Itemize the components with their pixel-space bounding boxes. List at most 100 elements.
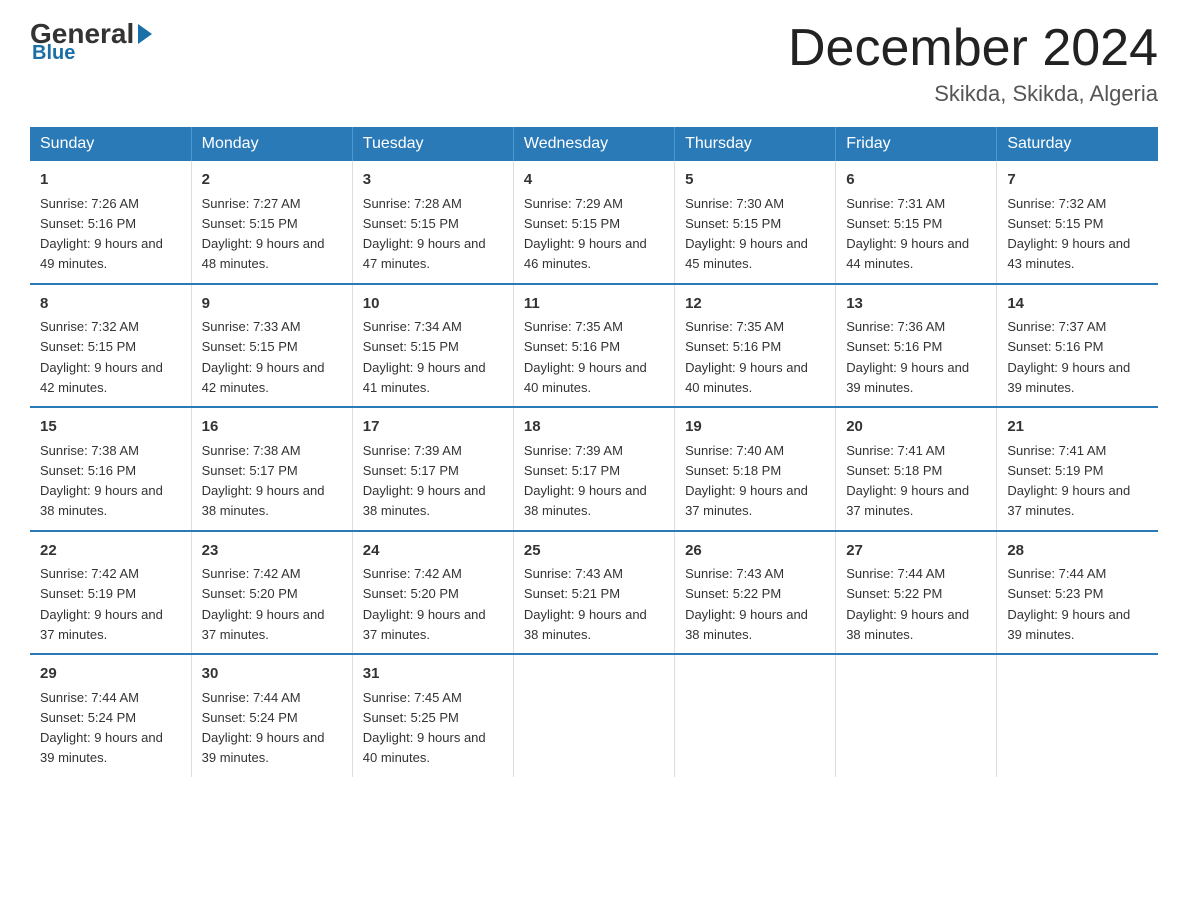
day-number: 17 [363, 416, 503, 439]
col-monday: Monday [191, 127, 352, 161]
calendar-week-row: 1 Sunrise: 7:26 AM Sunset: 5:16 PM Dayli… [30, 161, 1158, 284]
day-sunset: Sunset: 5:20 PM [202, 586, 298, 601]
day-sunrise: Sunrise: 7:33 AM [202, 319, 301, 334]
col-saturday: Saturday [997, 127, 1158, 161]
col-friday: Friday [836, 127, 997, 161]
day-sunset: Sunset: 5:18 PM [685, 463, 781, 478]
day-sunrise: Sunrise: 7:44 AM [846, 566, 945, 581]
day-sunrise: Sunrise: 7:45 AM [363, 690, 462, 705]
page-header: General Blue December 2024 Skikda, Skikd… [30, 20, 1158, 107]
day-daylight: Daylight: 9 hours and 38 minutes. [202, 483, 325, 518]
day-sunrise: Sunrise: 7:35 AM [685, 319, 784, 334]
day-number: 15 [40, 416, 181, 439]
day-sunset: Sunset: 5:15 PM [202, 339, 298, 354]
day-daylight: Daylight: 9 hours and 40 minutes. [524, 360, 647, 395]
day-sunset: Sunset: 5:17 PM [524, 463, 620, 478]
day-sunrise: Sunrise: 7:30 AM [685, 196, 784, 211]
day-number: 2 [202, 169, 342, 192]
table-row: 12 Sunrise: 7:35 AM Sunset: 5:16 PM Dayl… [675, 284, 836, 408]
day-number: 12 [685, 293, 825, 316]
day-sunrise: Sunrise: 7:39 AM [363, 443, 462, 458]
day-sunrise: Sunrise: 7:38 AM [202, 443, 301, 458]
day-sunrise: Sunrise: 7:37 AM [1007, 319, 1106, 334]
month-title: December 2024 [788, 20, 1158, 77]
table-row: 31 Sunrise: 7:45 AM Sunset: 5:25 PM Dayl… [352, 654, 513, 777]
day-sunset: Sunset: 5:15 PM [846, 216, 942, 231]
table-row: 18 Sunrise: 7:39 AM Sunset: 5:17 PM Dayl… [513, 407, 674, 531]
day-sunrise: Sunrise: 7:44 AM [1007, 566, 1106, 581]
day-sunrise: Sunrise: 7:32 AM [40, 319, 139, 334]
day-daylight: Daylight: 9 hours and 42 minutes. [40, 360, 163, 395]
day-daylight: Daylight: 9 hours and 38 minutes. [524, 483, 647, 518]
day-sunset: Sunset: 5:16 PM [1007, 339, 1103, 354]
day-number: 5 [685, 169, 825, 192]
day-sunset: Sunset: 5:21 PM [524, 586, 620, 601]
day-number: 27 [846, 540, 986, 563]
day-sunrise: Sunrise: 7:40 AM [685, 443, 784, 458]
day-number: 24 [363, 540, 503, 563]
table-row: 14 Sunrise: 7:37 AM Sunset: 5:16 PM Dayl… [997, 284, 1158, 408]
day-daylight: Daylight: 9 hours and 39 minutes. [846, 360, 969, 395]
day-sunset: Sunset: 5:19 PM [1007, 463, 1103, 478]
table-row: 24 Sunrise: 7:42 AM Sunset: 5:20 PM Dayl… [352, 531, 513, 655]
day-daylight: Daylight: 9 hours and 38 minutes. [524, 607, 647, 642]
day-sunrise: Sunrise: 7:42 AM [363, 566, 462, 581]
day-daylight: Daylight: 9 hours and 42 minutes. [202, 360, 325, 395]
day-daylight: Daylight: 9 hours and 39 minutes. [1007, 607, 1130, 642]
table-row [997, 654, 1158, 777]
day-number: 31 [363, 663, 503, 686]
day-sunrise: Sunrise: 7:41 AM [1007, 443, 1106, 458]
title-section: December 2024 Skikda, Skikda, Algeria [788, 20, 1158, 107]
day-sunrise: Sunrise: 7:42 AM [202, 566, 301, 581]
day-sunrise: Sunrise: 7:41 AM [846, 443, 945, 458]
calendar-table: Sunday Monday Tuesday Wednesday Thursday… [30, 127, 1158, 777]
calendar-week-row: 22 Sunrise: 7:42 AM Sunset: 5:19 PM Dayl… [30, 531, 1158, 655]
day-number: 23 [202, 540, 342, 563]
day-sunset: Sunset: 5:15 PM [363, 216, 459, 231]
day-number: 20 [846, 416, 986, 439]
day-sunrise: Sunrise: 7:29 AM [524, 196, 623, 211]
day-number: 8 [40, 293, 181, 316]
day-daylight: Daylight: 9 hours and 38 minutes. [685, 607, 808, 642]
day-sunset: Sunset: 5:25 PM [363, 710, 459, 725]
day-number: 10 [363, 293, 503, 316]
table-row: 26 Sunrise: 7:43 AM Sunset: 5:22 PM Dayl… [675, 531, 836, 655]
day-sunrise: Sunrise: 7:42 AM [40, 566, 139, 581]
table-row: 29 Sunrise: 7:44 AM Sunset: 5:24 PM Dayl… [30, 654, 191, 777]
day-number: 13 [846, 293, 986, 316]
day-number: 4 [524, 169, 664, 192]
day-sunrise: Sunrise: 7:35 AM [524, 319, 623, 334]
day-sunset: Sunset: 5:17 PM [363, 463, 459, 478]
table-row: 7 Sunrise: 7:32 AM Sunset: 5:15 PM Dayli… [997, 161, 1158, 284]
day-daylight: Daylight: 9 hours and 38 minutes. [363, 483, 486, 518]
day-sunrise: Sunrise: 7:43 AM [685, 566, 784, 581]
day-daylight: Daylight: 9 hours and 37 minutes. [202, 607, 325, 642]
calendar-week-row: 15 Sunrise: 7:38 AM Sunset: 5:16 PM Dayl… [30, 407, 1158, 531]
day-sunset: Sunset: 5:24 PM [40, 710, 136, 725]
day-sunrise: Sunrise: 7:43 AM [524, 566, 623, 581]
day-sunrise: Sunrise: 7:28 AM [363, 196, 462, 211]
day-daylight: Daylight: 9 hours and 37 minutes. [40, 607, 163, 642]
location-subtitle: Skikda, Skikda, Algeria [788, 81, 1158, 107]
day-daylight: Daylight: 9 hours and 49 minutes. [40, 236, 163, 271]
table-row: 30 Sunrise: 7:44 AM Sunset: 5:24 PM Dayl… [191, 654, 352, 777]
day-daylight: Daylight: 9 hours and 37 minutes. [1007, 483, 1130, 518]
day-sunset: Sunset: 5:24 PM [202, 710, 298, 725]
day-number: 14 [1007, 293, 1148, 316]
day-sunset: Sunset: 5:20 PM [363, 586, 459, 601]
day-sunrise: Sunrise: 7:38 AM [40, 443, 139, 458]
table-row: 5 Sunrise: 7:30 AM Sunset: 5:15 PM Dayli… [675, 161, 836, 284]
day-number: 29 [40, 663, 181, 686]
table-row: 9 Sunrise: 7:33 AM Sunset: 5:15 PM Dayli… [191, 284, 352, 408]
col-thursday: Thursday [675, 127, 836, 161]
day-sunset: Sunset: 5:15 PM [363, 339, 459, 354]
day-sunset: Sunset: 5:15 PM [40, 339, 136, 354]
day-daylight: Daylight: 9 hours and 48 minutes. [202, 236, 325, 271]
day-sunrise: Sunrise: 7:34 AM [363, 319, 462, 334]
day-sunset: Sunset: 5:15 PM [1007, 216, 1103, 231]
col-tuesday: Tuesday [352, 127, 513, 161]
table-row: 22 Sunrise: 7:42 AM Sunset: 5:19 PM Dayl… [30, 531, 191, 655]
day-sunset: Sunset: 5:15 PM [202, 216, 298, 231]
day-sunset: Sunset: 5:17 PM [202, 463, 298, 478]
day-daylight: Daylight: 9 hours and 43 minutes. [1007, 236, 1130, 271]
